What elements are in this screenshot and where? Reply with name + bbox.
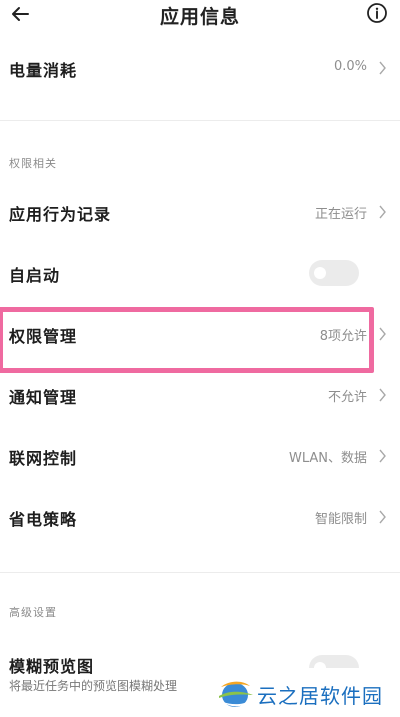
toggle-knob xyxy=(314,267,326,279)
power-saving-label: 省电策略 xyxy=(9,510,78,529)
network-control-label: 联网控制 xyxy=(9,449,78,468)
app-behavior-record-row[interactable]: 应用行为记录 正在运行 xyxy=(0,193,400,233)
chevron-right-icon xyxy=(379,205,386,219)
watermark-logo-icon xyxy=(219,681,253,707)
chevron-right-icon xyxy=(379,388,386,402)
chevron-right-icon xyxy=(379,449,386,463)
blur-preview-description: 将最近任务中的预览图模糊处理 xyxy=(9,679,178,693)
permission-management-row[interactable]: 权限管理 8项允许 xyxy=(0,315,400,355)
app-behavior-record-label: 应用行为记录 xyxy=(9,205,112,224)
app-behavior-record-value: 正在运行 xyxy=(314,207,367,222)
autostart-toggle[interactable] xyxy=(309,260,359,286)
watermark-text: 云之居软件园 xyxy=(257,684,383,708)
network-control-row[interactable]: 联网控制 WLAN、数据 xyxy=(0,437,400,477)
info-icon[interactable] xyxy=(366,2,388,24)
chevron-right-icon xyxy=(379,327,386,341)
page-title: 应用信息 xyxy=(159,6,240,28)
notification-management-row[interactable]: 通知管理 不允许 xyxy=(0,376,400,416)
network-control-value: WLAN、数据 xyxy=(288,451,367,466)
section-header-advanced: 高级设置 xyxy=(9,606,57,619)
chevron-right-icon xyxy=(379,61,386,75)
notification-management-value: 不允许 xyxy=(327,390,367,405)
autostart-label: 自启动 xyxy=(9,266,61,285)
app-bar: 应用信息 xyxy=(0,0,400,30)
power-saving-row[interactable]: 省电策略 智能限制 xyxy=(0,498,400,538)
blur-preview-label: 模糊预览图 xyxy=(9,657,95,676)
section-header-permissions: 权限相关 xyxy=(9,157,57,170)
battery-usage-value: 0.0% xyxy=(333,59,367,74)
notification-management-label: 通知管理 xyxy=(9,388,78,407)
watermark: 云之居软件园 xyxy=(205,668,400,717)
section-divider xyxy=(0,572,400,573)
section-divider xyxy=(0,120,400,121)
power-saving-value: 智能限制 xyxy=(314,512,367,527)
battery-usage-label: 电量消耗 xyxy=(9,61,78,80)
battery-usage-row[interactable]: 电量消耗 0.0% xyxy=(0,49,400,89)
permission-management-value: 8项允许 xyxy=(319,329,367,344)
permission-management-label: 权限管理 xyxy=(9,327,78,346)
chevron-right-icon xyxy=(379,510,386,524)
